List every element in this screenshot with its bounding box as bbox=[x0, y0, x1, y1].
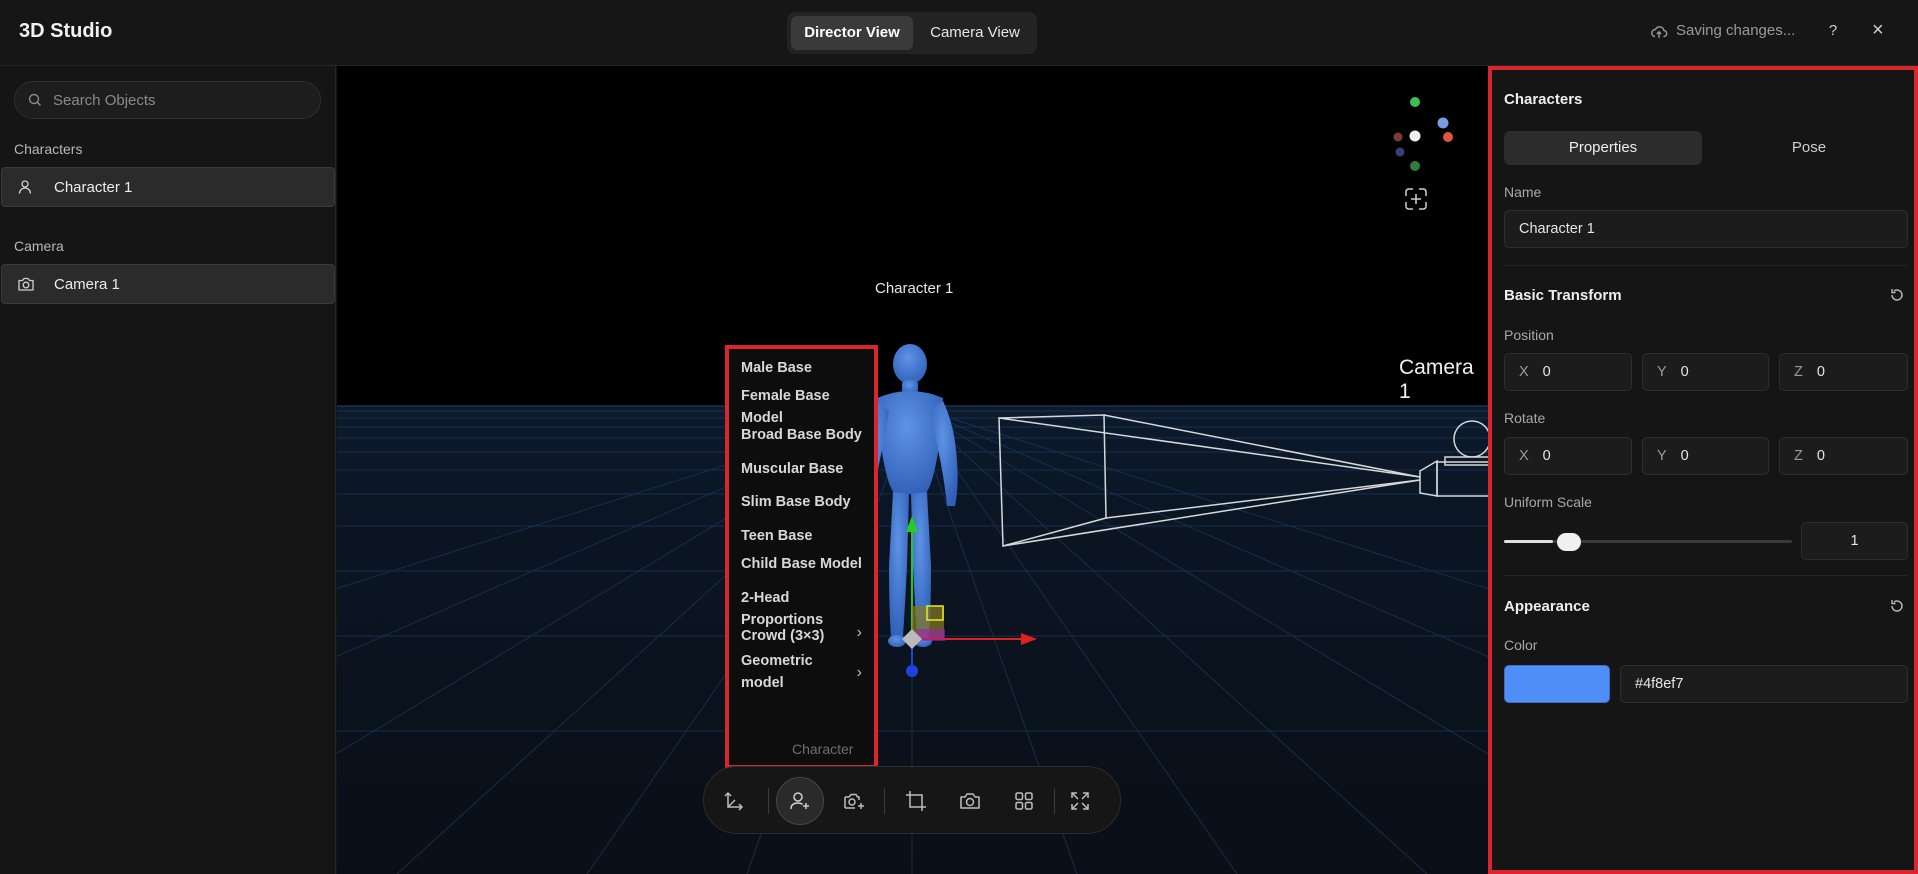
divider bbox=[1504, 575, 1908, 576]
crop-button[interactable] bbox=[896, 781, 936, 821]
uniform-scale-label: Uniform Scale bbox=[1504, 494, 1592, 510]
axis-label-y: Y bbox=[1657, 448, 1667, 464]
add-character-menu: Male Base Female Base Model Broad Base B… bbox=[725, 345, 878, 769]
rotate-x-field[interactable]: X0 bbox=[1504, 437, 1632, 475]
user-icon bbox=[18, 180, 32, 194]
menu-item-teen-base[interactable]: Teen Base bbox=[741, 525, 871, 547]
divider bbox=[1504, 265, 1908, 266]
menu-item-crowd[interactable]: Crowd (3×3) bbox=[741, 625, 871, 647]
position-z-value: 0 bbox=[1816, 364, 1825, 380]
object-item-character[interactable]: Character 1 bbox=[1, 167, 335, 207]
top-bar: 3D Studio Director View Camera View Savi… bbox=[0, 0, 1918, 66]
position-x-value: 0 bbox=[1542, 364, 1551, 380]
reset-icon[interactable] bbox=[1888, 286, 1906, 304]
add-character-button[interactable] bbox=[776, 777, 824, 825]
rotate-y-value: 0 bbox=[1680, 448, 1689, 464]
view-toggle: Director View Camera View bbox=[787, 12, 1037, 54]
search-input[interactable] bbox=[53, 82, 313, 118]
add-user-icon bbox=[790, 792, 809, 810]
toolbar-divider bbox=[768, 788, 769, 814]
toolbar-divider bbox=[1054, 788, 1055, 814]
search-box[interactable] bbox=[14, 81, 321, 119]
axis-label-x: X bbox=[1519, 364, 1529, 380]
appearance-heading: Appearance bbox=[1504, 598, 1590, 615]
fullscreen-button[interactable] bbox=[1060, 781, 1100, 821]
scale-slider-track[interactable] bbox=[1504, 540, 1792, 543]
cloud-upload-icon bbox=[1651, 26, 1668, 38]
reset-icon[interactable] bbox=[1888, 597, 1906, 615]
object-item-camera[interactable]: Camera 1 bbox=[1, 264, 335, 304]
chevron-right-icon: › bbox=[856, 664, 862, 681]
color-label: Color bbox=[1504, 637, 1538, 653]
menu-item-male-base[interactable]: Male Base bbox=[741, 357, 871, 379]
character-label: Character 1 bbox=[875, 280, 954, 297]
rotate-z-field[interactable]: Z0 bbox=[1779, 437, 1908, 475]
add-camera-icon bbox=[844, 793, 864, 809]
tab-properties[interactable]: Properties bbox=[1504, 131, 1702, 165]
name-field[interactable]: Character 1 bbox=[1504, 210, 1908, 248]
menu-ghost-text: Character bbox=[792, 741, 854, 757]
save-status: Saving changes... bbox=[1676, 22, 1796, 39]
scene-canvas[interactable] bbox=[337, 66, 1488, 874]
rotate-x-value: 0 bbox=[1542, 448, 1551, 464]
grid-icon bbox=[1015, 792, 1033, 810]
rotate-label: Rotate bbox=[1504, 410, 1546, 426]
position-x-field[interactable]: X0 bbox=[1504, 353, 1632, 391]
orientation-gizmo[interactable] bbox=[1393, 97, 1454, 171]
name-label: Name bbox=[1504, 184, 1542, 200]
panel-tabs: Properties Pose bbox=[1504, 131, 1908, 165]
position-y-field[interactable]: Y0 bbox=[1642, 353, 1769, 391]
axis-label-y: Y bbox=[1657, 364, 1667, 380]
search-icon bbox=[28, 93, 41, 106]
position-z-field[interactable]: Z0 bbox=[1779, 353, 1908, 391]
director-view-button[interactable]: Director View bbox=[791, 16, 913, 50]
menu-item-muscular-base[interactable]: Muscular Base bbox=[741, 458, 871, 480]
add-camera-button[interactable] bbox=[834, 781, 874, 821]
menu-item-geometric[interactable]: Geometric model bbox=[741, 650, 821, 694]
section-label-characters: Characters bbox=[14, 141, 83, 157]
menu-item-slim-base[interactable]: Slim Base Body bbox=[741, 491, 871, 513]
scale-value-field[interactable]: 1 bbox=[1801, 522, 1908, 560]
3d-viewport[interactable]: Character 1 Camera 1 Male Base Female Ba… bbox=[337, 66, 1488, 874]
axis-label-x: X bbox=[1519, 448, 1529, 464]
rotate-z-value: 0 bbox=[1816, 448, 1825, 464]
menu-item-female-base[interactable]: Female Base Model bbox=[741, 385, 871, 429]
app-title: 3D Studio bbox=[19, 20, 113, 42]
close-button[interactable]: × bbox=[1872, 19, 1884, 42]
scale-slider-thumb[interactable] bbox=[1556, 533, 1581, 551]
help-button[interactable]: ? bbox=[1825, 22, 1841, 39]
focus-frame-icon[interactable] bbox=[1405, 188, 1427, 210]
bottom-toolbar bbox=[703, 766, 1121, 834]
section-label-camera: Camera bbox=[14, 238, 64, 254]
color-hex-field[interactable]: #4f8ef7 bbox=[1620, 665, 1908, 703]
camera-icon bbox=[18, 277, 34, 291]
chevron-right-icon: › bbox=[856, 624, 862, 641]
camera-label: Camera 1 bbox=[1399, 356, 1474, 403]
position-label: Position bbox=[1504, 327, 1554, 343]
crop-icon bbox=[906, 791, 926, 811]
axis-label-z: Z bbox=[1794, 448, 1803, 464]
position-y-value: 0 bbox=[1680, 364, 1689, 380]
basic-transform-heading: Basic Transform bbox=[1504, 287, 1622, 304]
tab-pose[interactable]: Pose bbox=[1710, 131, 1908, 165]
expand-icon bbox=[1071, 792, 1089, 810]
menu-item-child-base[interactable]: Child Base Model bbox=[741, 553, 871, 575]
snapshot-button[interactable] bbox=[950, 781, 990, 821]
properties-panel: Characters Properties Pose Name Characte… bbox=[1488, 66, 1918, 874]
axes-icon bbox=[724, 791, 744, 811]
object-item-label: Camera 1 bbox=[54, 276, 120, 293]
object-sidebar: Characters Character 1 Camera Camera 1 bbox=[0, 66, 336, 874]
axis-label-z: Z bbox=[1794, 364, 1803, 380]
camera-view-button[interactable]: Camera View bbox=[917, 16, 1033, 50]
menu-item-broad-base[interactable]: Broad Base Body bbox=[741, 424, 871, 446]
object-item-label: Character 1 bbox=[54, 179, 133, 196]
scale-slider-fill bbox=[1504, 540, 1553, 543]
grid-button[interactable] bbox=[1004, 781, 1044, 821]
rotate-y-field[interactable]: Y0 bbox=[1642, 437, 1769, 475]
axes-tool-button[interactable] bbox=[714, 781, 754, 821]
camera-icon bbox=[960, 793, 980, 809]
toolbar-divider bbox=[884, 788, 885, 814]
color-swatch[interactable] bbox=[1504, 665, 1610, 703]
panel-title: Characters bbox=[1504, 91, 1583, 108]
